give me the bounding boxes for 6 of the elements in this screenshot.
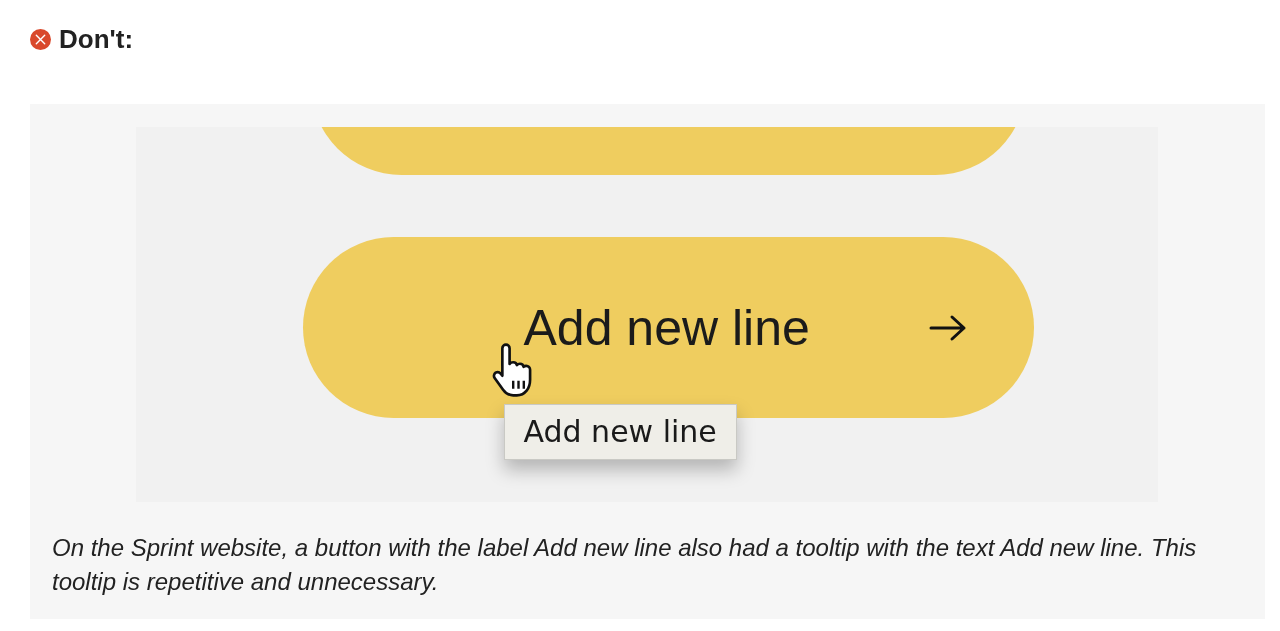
heading: Don't: xyxy=(59,24,134,54)
tooltip: Add new line xyxy=(503,404,737,460)
primary-button[interactable]: Add new line xyxy=(302,237,1034,418)
arrow-right-icon xyxy=(928,313,967,342)
caption: On the Sprint website, a button with the label Add new line also had a tooltip with the text Add new line. This tooltip is repetitive and unnecessary. xyxy=(52,533,1198,597)
x-circle-icon xyxy=(30,28,51,50)
